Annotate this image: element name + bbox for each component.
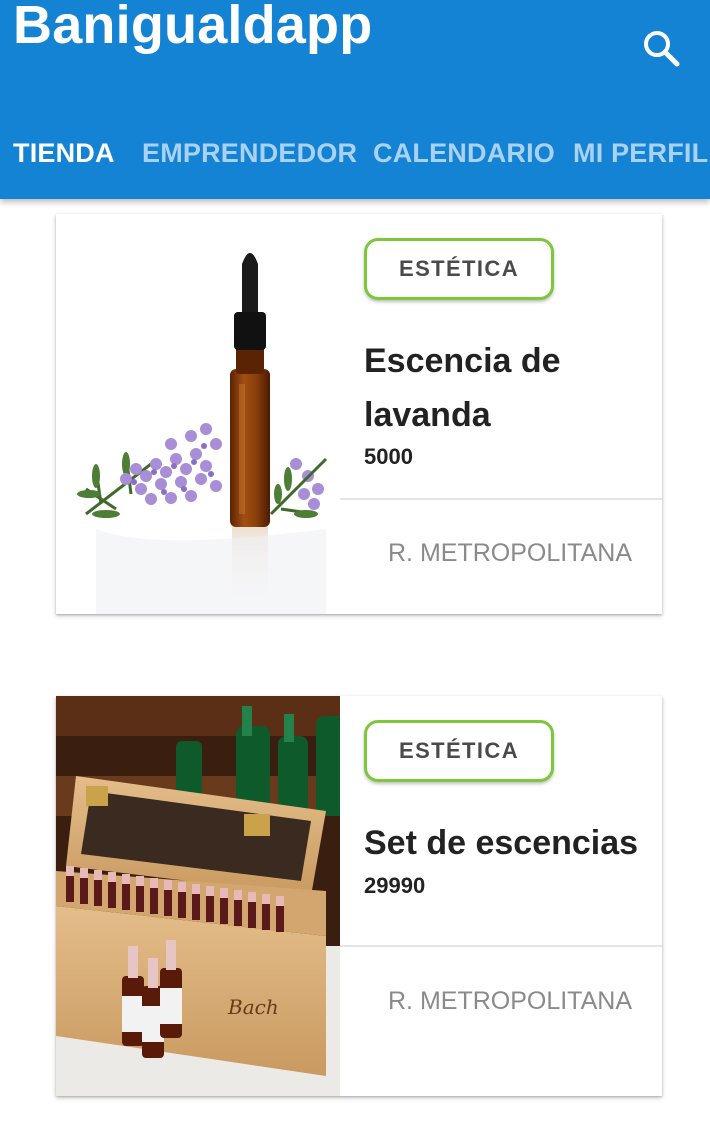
product-card[interactable]: Bach ESTÉTICA Set de escencias 29990 R. …: [56, 696, 662, 1096]
product-image: [56, 214, 340, 614]
tab-emprendedor[interactable]: EMPRENDEDOR: [142, 138, 357, 169]
svg-text:Bach: Bach: [227, 995, 279, 1019]
category-badge[interactable]: ESTÉTICA: [364, 238, 554, 300]
app-title: Banigualdapp: [13, 0, 373, 55]
product-location: R. METROPOLITANA: [388, 987, 633, 1015]
app-bar: Banigualdapp TIENDA EMPRENDEDOR CALENDAR…: [0, 0, 710, 199]
category-badge[interactable]: ESTÉTICA: [364, 720, 554, 782]
product-info: ESTÉTICA Escencia de lavanda 5000 R. MET…: [340, 214, 662, 614]
tab-tienda[interactable]: TIENDA: [13, 138, 115, 169]
divider: [340, 498, 662, 500]
search-button[interactable]: [640, 28, 684, 68]
search-icon: [644, 31, 680, 67]
product-price: 29990: [364, 873, 426, 898]
tab-bar: TIENDA EMPRENDEDOR CALENDARIO MI PERFIL: [0, 128, 710, 178]
tab-calendario[interactable]: CALENDARIO: [373, 138, 555, 169]
product-image: Bach: [56, 696, 346, 1096]
product-card[interactable]: ESTÉTICA Escencia de lavanda 5000 R. MET…: [56, 214, 662, 614]
divider: [340, 945, 662, 947]
product-info: ESTÉTICA Set de escencias 29990 R. METRO…: [340, 696, 662, 1096]
product-name: Set de escencias: [364, 824, 639, 862]
tab-mi-perfil[interactable]: MI PERFIL: [573, 138, 708, 169]
product-name: Escencia de lavanda: [364, 342, 561, 434]
product-location: R. METROPOLITANA: [388, 539, 633, 567]
product-price: 5000: [364, 444, 413, 469]
product-list: ESTÉTICA Escencia de lavanda 5000 R. MET…: [0, 199, 710, 1130]
